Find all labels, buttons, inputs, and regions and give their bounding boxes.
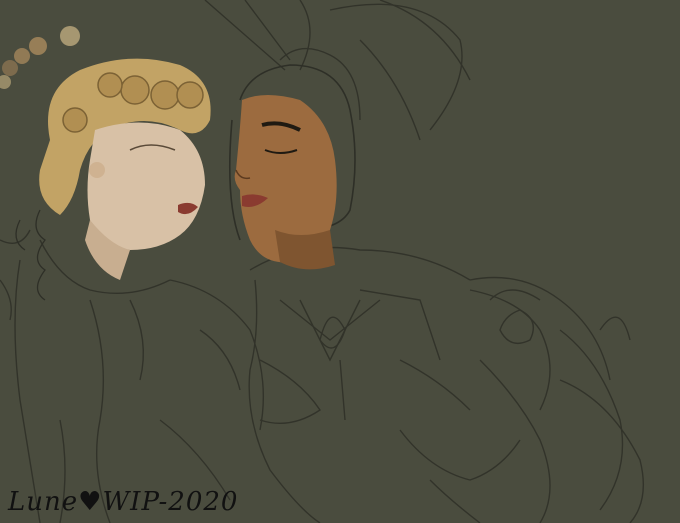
artwork-canvas: Lune♥WIP-2020 xyxy=(0,0,680,523)
artist-signature: Lune♥WIP-2020 xyxy=(8,487,239,517)
artwork-illustration xyxy=(0,0,680,523)
